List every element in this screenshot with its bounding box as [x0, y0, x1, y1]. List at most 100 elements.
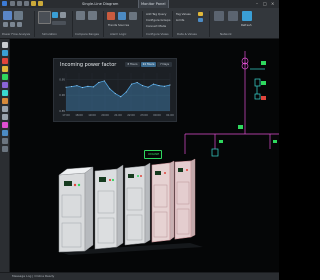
- new-file-icon[interactable]: [10, 1, 15, 6]
- data-point: [98, 82, 100, 83]
- data-point: [153, 83, 155, 85]
- range-icon[interactable]: [88, 11, 97, 20]
- x-tick-label: 23:00: [140, 113, 148, 117]
- data-point: [142, 85, 144, 87]
- power-factor-plot[interactable]: 0.95 0.90 0.8517:00 18:00 19:00 20:00 21:00 22:…: [54, 59, 176, 121]
- small-tool-icon[interactable]: [17, 22, 22, 27]
- power-factor-chart-panel: Incoming power factor 8 Hours 24 Hours 7…: [53, 58, 177, 122]
- data-point: [70, 86, 72, 88]
- cabinet-5: [174, 158, 196, 240]
- cabinet-2: [94, 164, 124, 250]
- grid-icon[interactable]: [14, 11, 23, 20]
- switchgear-cabinets[interactable]: [55, 155, 205, 255]
- tag-values-command[interactable]: Tag Values: [176, 12, 191, 16]
- data-point: [87, 85, 89, 87]
- cabinet-display: [155, 171, 161, 175]
- data-point: [120, 96, 122, 98]
- breaker-symbol: [211, 148, 219, 157]
- zoom-icon[interactable]: [1, 106, 8, 112]
- logic-icon[interactable]: [118, 12, 126, 20]
- select-icon[interactable]: [1, 42, 8, 48]
- data-point: [158, 85, 160, 87]
- minimize-button[interactable]: –: [256, 0, 258, 8]
- maximize-button[interactable]: □: [263, 0, 267, 8]
- layer-icon[interactable]: [1, 82, 8, 88]
- indicator-light-icon: [77, 183, 81, 187]
- data-point: [114, 93, 116, 95]
- add-tag-query-command[interactable]: Add Tag Query: [146, 12, 166, 16]
- tab-monitor-panel[interactable]: Monitor Panel: [138, 0, 169, 8]
- breaker-symbol: [254, 78, 261, 87]
- cabinet-display: [178, 168, 183, 172]
- y-tick-label: 0.85: [59, 109, 65, 113]
- simulation-icon[interactable]: [38, 11, 51, 24]
- status-indicator-icon: [273, 140, 277, 143]
- wire-icon[interactable]: [1, 58, 8, 64]
- stop-icon[interactable]: [60, 12, 66, 18]
- refresh-icon[interactable]: [242, 11, 252, 21]
- trends-sources-command[interactable]: Trends Sources: [108, 23, 129, 27]
- redo-icon[interactable]: [38, 1, 43, 6]
- alarm-indicator-icon: [261, 96, 266, 100]
- ribbon-group-label: Power Flow Analysis: [2, 32, 31, 36]
- close-button[interactable]: ×: [271, 0, 274, 8]
- cabinet-display: [128, 174, 134, 178]
- cabinet-display: [64, 181, 72, 186]
- data-point: [147, 86, 149, 88]
- cabinet-display: [99, 177, 106, 182]
- x-tick-label: 20:00: [101, 113, 109, 117]
- cabinet-4: [151, 160, 175, 243]
- cabinet-3: [124, 162, 151, 246]
- compare-icon[interactable]: [76, 11, 85, 20]
- x-tick-label: 18:00: [75, 113, 83, 117]
- component-icon[interactable]: [1, 98, 8, 104]
- x-tick-label: 19:00: [88, 113, 96, 117]
- data-point: [109, 88, 111, 90]
- play-icon[interactable]: [52, 12, 58, 18]
- left-toolbar: [0, 39, 10, 272]
- hand-icon[interactable]: [1, 114, 8, 120]
- warning-icon[interactable]: [198, 12, 203, 16]
- speed-slider[interactable]: [52, 21, 66, 25]
- filter-icon[interactable]: [129, 12, 137, 20]
- measure-icon[interactable]: [1, 122, 8, 128]
- symbol-icon[interactable]: [1, 130, 8, 136]
- data-point: [65, 86, 67, 88]
- alarm-icon[interactable]: [107, 12, 115, 20]
- app-logo-icon[interactable]: [2, 1, 7, 6]
- connect-mode-command[interactable]: Connect Mode: [146, 24, 166, 28]
- open-icon[interactable]: [17, 1, 22, 6]
- connector-icon[interactable]: [1, 90, 8, 96]
- data-point: [125, 91, 127, 93]
- small-tool-icon[interactable]: [3, 22, 8, 27]
- ribbon-group-label: Compare Ranges: [75, 32, 99, 36]
- data-point: [103, 80, 105, 82]
- indicator-light-icon: [186, 169, 188, 171]
- snap-icon[interactable]: [1, 146, 8, 152]
- ribbon-separator: [72, 11, 73, 37]
- undo-icon[interactable]: [31, 1, 36, 6]
- indicator-light-icon: [140, 175, 142, 177]
- tab-single-line-diagram[interactable]: Single-Line Diagram: [80, 0, 120, 8]
- data-point: [92, 86, 94, 88]
- server-icon[interactable]: [228, 11, 238, 21]
- status-indicator-icon: [261, 61, 266, 65]
- text-icon[interactable]: [1, 66, 8, 72]
- ribbon-group-label: Alarm Logic: [110, 32, 127, 36]
- network-icon[interactable]: [214, 11, 224, 21]
- configure-groups-command[interactable]: Configure Groups: [146, 18, 170, 22]
- grid-icon[interactable]: [1, 138, 8, 144]
- refresh-command[interactable]: Refresh: [241, 23, 252, 27]
- data-point: [169, 84, 171, 86]
- data-point: [76, 85, 78, 87]
- save-icon[interactable]: [24, 1, 29, 6]
- indicator-light-icon: [73, 183, 77, 187]
- power-flow-icon[interactable]: [3, 11, 12, 20]
- small-tool-icon[interactable]: [10, 22, 15, 27]
- limits-command[interactable]: Limits: [176, 18, 184, 22]
- x-tick-label: 00:00: [153, 113, 161, 117]
- shape-icon[interactable]: [1, 74, 8, 80]
- pen-icon[interactable]: [1, 50, 8, 56]
- x-tick-label: 01:00: [166, 113, 174, 117]
- info-icon[interactable]: [198, 18, 203, 22]
